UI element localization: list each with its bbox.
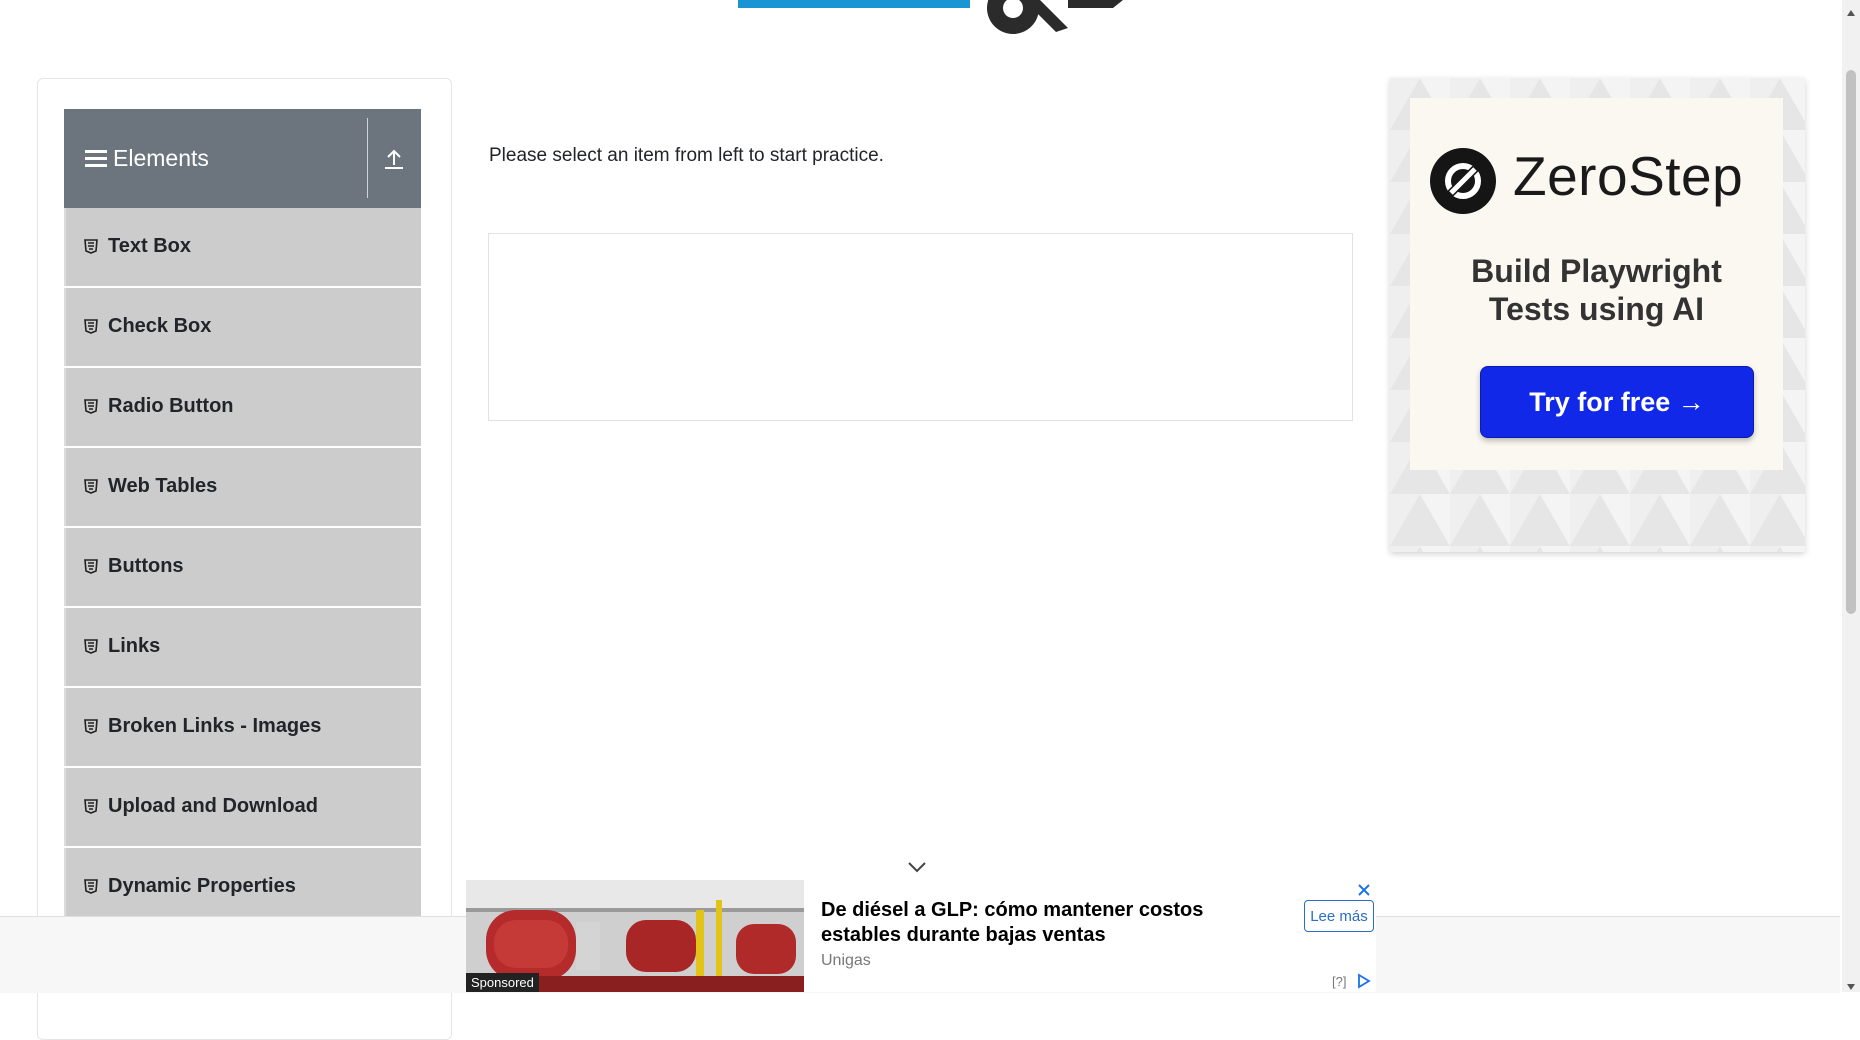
zerostep-logo-icon — [1429, 147, 1497, 215]
menu-item-label: Text Box — [108, 235, 191, 257]
adchoices-icon[interactable] — [1356, 973, 1372, 989]
menu-item-label: Broken Links - Images — [108, 715, 322, 737]
ad-headline-line-1: Build Playwright — [1471, 253, 1722, 289]
practice-area — [488, 233, 1353, 421]
menu-item-web-tables[interactable]: Web Tables — [64, 448, 421, 526]
sponsored-ad[interactable]: Sponsored De diésel a GLP: cómo mantener… — [466, 880, 1376, 992]
try-for-free-button[interactable]: Try for free → — [1480, 366, 1754, 438]
menu-item-label: Radio Button — [108, 395, 234, 417]
elements-menu-list: Text Box Check Box Radio Button Web Tabl… — [64, 208, 421, 928]
menu-item-check-box[interactable]: Check Box — [64, 288, 421, 366]
zerostep-brand: ZeroStep — [1513, 145, 1744, 207]
menu-item-buttons[interactable]: Buttons — [64, 528, 421, 606]
group-title: Elements — [113, 145, 209, 171]
scrollbar-thumb[interactable] — [1846, 70, 1856, 614]
html5-icon — [84, 559, 98, 574]
chevron-down-icon[interactable] — [906, 860, 928, 874]
scroll-up-arrow-icon[interactable] — [1846, 4, 1856, 16]
menu-item-label: Upload and Download — [108, 795, 318, 817]
html5-icon — [84, 479, 98, 494]
lee-mas-button[interactable]: Lee más — [1304, 900, 1374, 932]
ad-bottom-headline[interactable]: De diésel a GLP: cómo mantener costos es… — [821, 898, 1241, 948]
menu-item-upload-and-download[interactable]: Upload and Download — [64, 768, 421, 846]
ad-card: ZeroStep Build Playwright Tests using AI… — [1410, 98, 1783, 470]
site-logo[interactable] — [738, 0, 1128, 40]
collapse-arrow-icon[interactable] — [381, 146, 407, 172]
html5-icon — [84, 639, 98, 654]
ad-headline: Build Playwright Tests using AI — [1410, 252, 1783, 328]
ad-advertiser: Unigas — [821, 952, 871, 969]
html5-icon — [84, 719, 98, 734]
menu-item-radio-button[interactable]: Radio Button — [64, 368, 421, 446]
page-scrollbar[interactable] — [1842, 0, 1860, 992]
sponsored-label: Sponsored — [466, 973, 539, 992]
ad-info-link[interactable]: [?] — [1332, 974, 1346, 989]
menu-item-label: Check Box — [108, 315, 212, 337]
html5-icon — [84, 799, 98, 814]
html5-icon — [84, 239, 98, 254]
ad-headline-line-2: Tests using AI — [1488, 291, 1705, 327]
menu-item-links[interactable]: Links — [64, 608, 421, 686]
menu-item-text-box[interactable]: Text Box — [64, 208, 421, 286]
close-icon[interactable] — [1356, 882, 1372, 898]
menu-item-broken-links-images[interactable]: Broken Links - Images — [64, 688, 421, 766]
html5-icon — [84, 879, 98, 894]
scroll-down-arrow-icon[interactable] — [1846, 978, 1856, 990]
menu-item-label: Dynamic Properties — [108, 875, 296, 897]
html5-icon — [84, 399, 98, 414]
zerostep-ad[interactable]: ZeroStep Build Playwright Tests using AI… — [1390, 78, 1805, 552]
header-divider — [367, 118, 368, 198]
menu-item-label: Web Tables — [108, 475, 218, 497]
hamburger-icon — [85, 150, 107, 168]
ad-image-boiler[interactable]: Sponsored — [466, 880, 804, 992]
menu-item-dynamic-properties[interactable]: Dynamic Properties — [64, 848, 421, 926]
menu-item-label: Buttons — [108, 555, 184, 577]
html5-icon — [84, 319, 98, 334]
practice-prompt: Please select an item from left to start… — [489, 145, 884, 166]
elements-group-header[interactable]: Elements — [64, 109, 421, 208]
menu-item-label: Links — [108, 635, 161, 657]
